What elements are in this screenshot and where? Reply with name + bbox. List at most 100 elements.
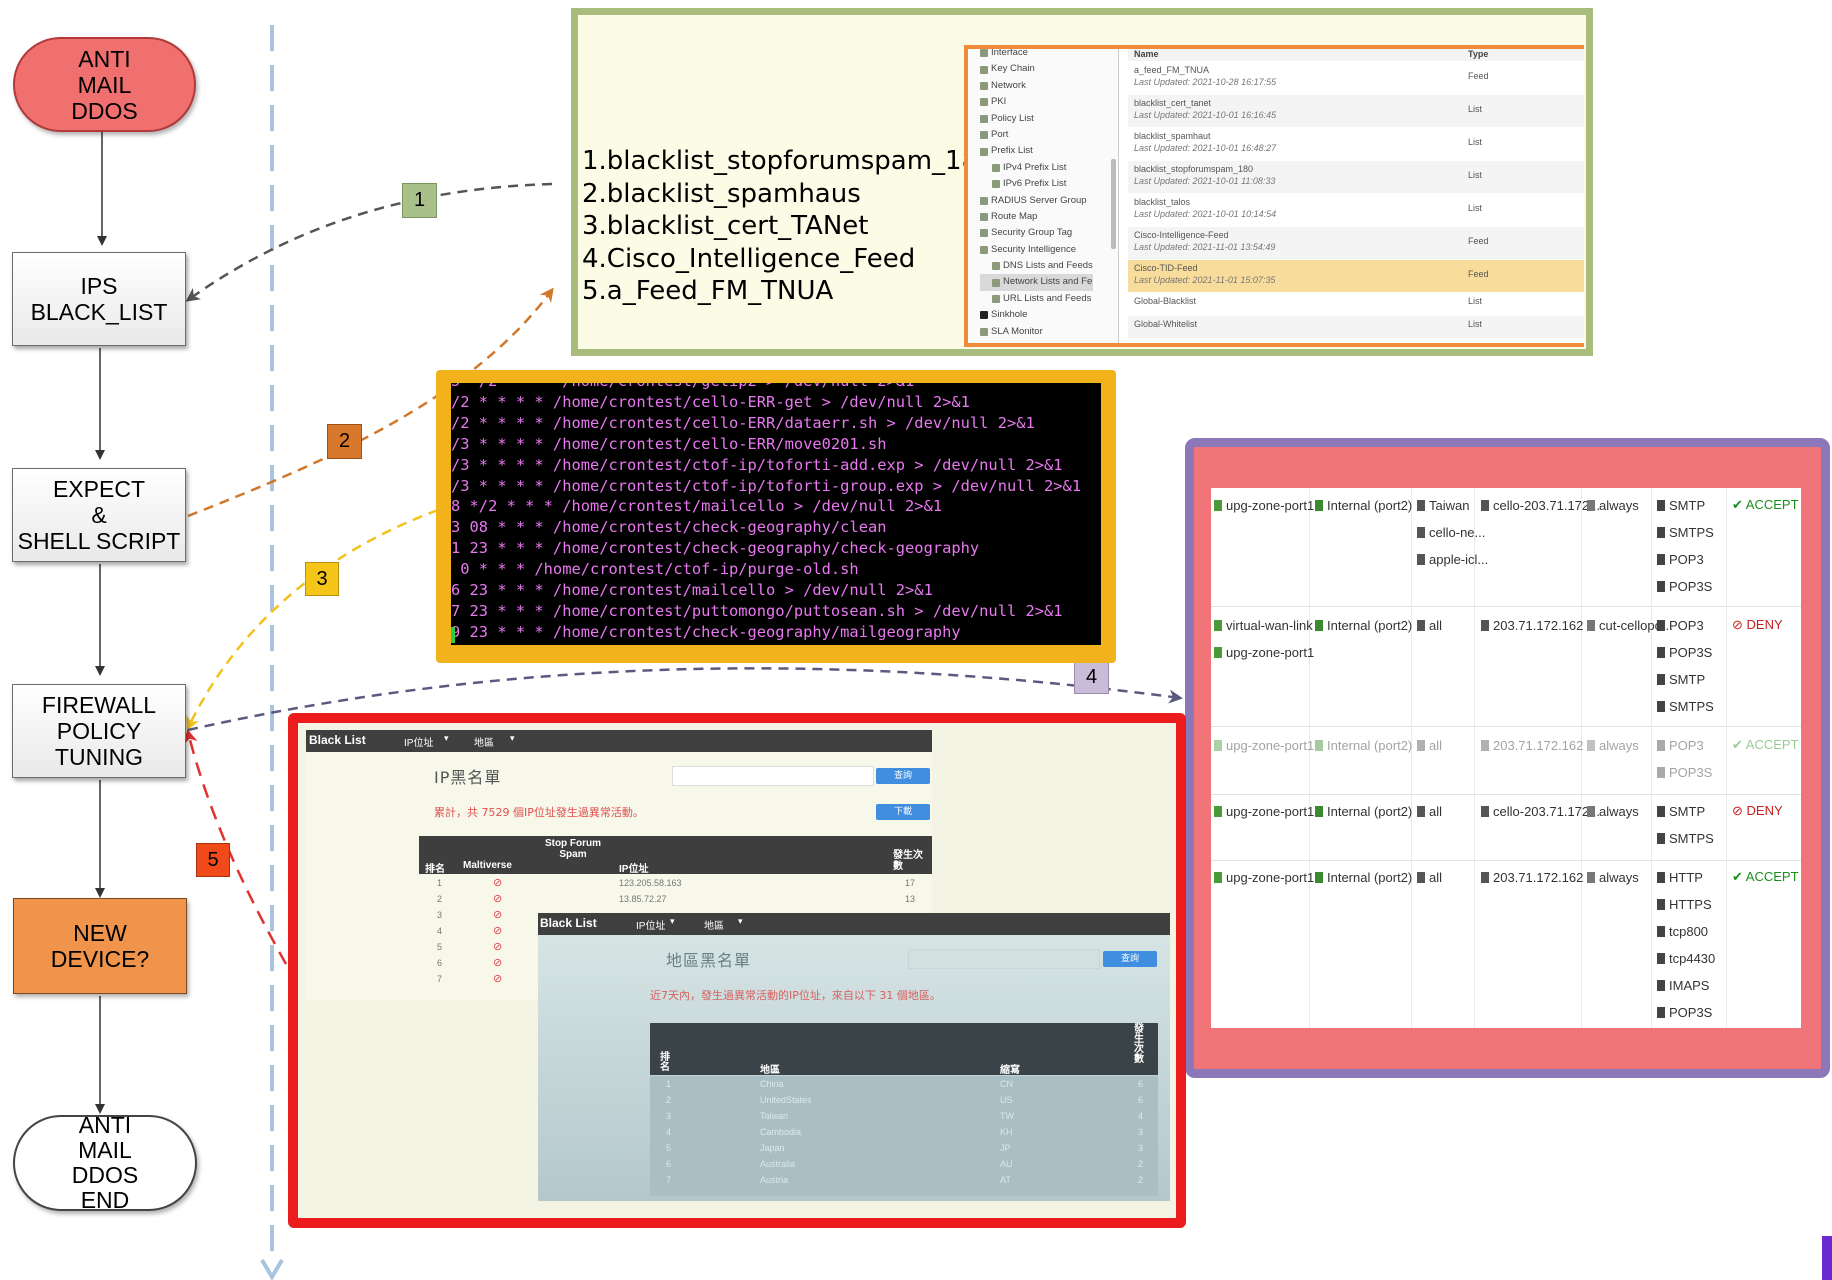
feed-table-row[interactable]: Cisco-Intelligence-Feed Last Updated: 202… xyxy=(1128,227,1584,259)
nav-tree-item[interactable]: Security Intelligence xyxy=(980,242,1093,258)
feed-updated: Last Updated: 2021-10-01 10:14:54 xyxy=(1134,209,1277,219)
nav-tree-item[interactable]: Port xyxy=(980,127,1093,143)
nav-tree-item-selected[interactable]: Network Lists and Fe xyxy=(980,274,1093,291)
feed-table-row[interactable]: blacklist_cert_tanet Last Updated: 2021-1… xyxy=(1128,95,1584,127)
navbar-ip-menu[interactable]: IP位址 xyxy=(404,734,433,749)
policy-col-divider xyxy=(1411,488,1412,1028)
policy-service-text: POP3 xyxy=(1669,617,1704,633)
nav-tree-item[interactable]: IPv4 Prefix List xyxy=(980,160,1093,176)
svc-icon xyxy=(1657,700,1665,712)
crontab-line: 9 23 * * * /home/crontest/check-geograph… xyxy=(451,622,961,641)
feed-type: List xyxy=(1468,170,1483,180)
feed-table-row[interactable]: Global-Whitelist List xyxy=(1128,316,1584,338)
nav-tree-item[interactable]: Policy List xyxy=(980,111,1093,127)
nav-tree-item[interactable]: Sinkhole xyxy=(980,307,1093,323)
navbar-ip-menu[interactable]: IP位址 xyxy=(636,917,665,932)
policy-destination-address: 203.71.172.162 xyxy=(1481,868,1583,886)
feed-type: List xyxy=(1468,319,1483,329)
navbar-title[interactable]: Black List xyxy=(540,916,597,930)
row-count: 3 xyxy=(1138,1127,1144,1137)
nav-scrollbar[interactable] xyxy=(1111,159,1116,249)
policy-action[interactable]: ✔ ACCEPT xyxy=(1732,496,1799,514)
feed-table-row[interactable]: a_feed_FM_TNUA Last Updated: 2021-10-28 1… xyxy=(1128,62,1584,94)
svc-icon xyxy=(1657,553,1665,565)
blocked-icon: ⊘ xyxy=(493,941,503,953)
policy-destination-interface: Internal (port2) xyxy=(1315,616,1412,634)
column-header-name[interactable]: Name xyxy=(1134,49,1159,59)
nav-tree-item[interactable]: Network xyxy=(980,78,1093,94)
policy-destination-address-text: cello-203.71.172... xyxy=(1493,803,1600,819)
query-button[interactable]: 查詢 xyxy=(1103,951,1157,967)
geo-search-input[interactable] xyxy=(908,949,1100,969)
nav-tree-item[interactable]: Prefix List xyxy=(980,143,1093,159)
ip-table-header: 排名 Maltiverse Stop Forum Spam IP位址 發生次數 xyxy=(419,836,932,875)
geo-page-navbar: Black List IP位址 ▾ 地區 ▾ xyxy=(538,913,1170,935)
nav-tree-item[interactable]: Security Group Tag xyxy=(980,225,1093,241)
policy-service: tcp4430 xyxy=(1657,949,1715,967)
nav-tree-item[interactable]: Key Chain xyxy=(980,61,1093,77)
row-rank: 4 xyxy=(666,1127,672,1137)
nav-tree-item[interactable]: RADIUS Server Group xyxy=(980,193,1093,209)
svc-icon xyxy=(1657,979,1665,991)
policy-action[interactable]: ✔ ACCEPT xyxy=(1732,868,1799,886)
policy-col-divider xyxy=(1726,488,1727,1028)
policy-source-interface: upg-zone-port1 xyxy=(1214,736,1314,754)
table-row: 1 ⊘ 123.205.58.163 17 xyxy=(419,876,932,892)
zone-icon xyxy=(1214,646,1222,658)
tag-icon xyxy=(980,229,988,238)
policy-source-address-text: all xyxy=(1429,869,1443,885)
feed-table-row-selected[interactable]: Cisco-TID-Feed Last Updated: 2021-11-01 1… xyxy=(1128,260,1584,292)
row-rank: 5 xyxy=(437,942,443,952)
row-count: 2 xyxy=(1138,1175,1144,1185)
policy-action-text: ✔ ACCEPT xyxy=(1732,497,1799,512)
blacklist-feed-item: 5.a_Feed_FM_TNUA xyxy=(582,276,834,306)
crontab-line: 3 08 * * * /home/crontest/check-geograph… xyxy=(451,518,887,537)
col-maltiverse: Maltiverse xyxy=(463,860,512,871)
row-rank: 4 xyxy=(437,926,443,936)
policy-service: IMAPS xyxy=(1657,976,1709,994)
navbar-geo-menu[interactable]: 地區 xyxy=(474,734,494,749)
row-region: Japan xyxy=(760,1143,785,1153)
policy-row-divider xyxy=(1211,606,1801,607)
policy-source-address-text: cello-ne... xyxy=(1429,524,1486,540)
col-count: 發生次數 xyxy=(893,850,923,872)
svc-icon xyxy=(1657,832,1665,844)
svc-icon xyxy=(1657,673,1665,685)
row-rank: 7 xyxy=(437,974,443,984)
feed-table-row[interactable]: Global-Blacklist List xyxy=(1128,293,1584,315)
policy-action[interactable]: ✔ ACCEPT xyxy=(1732,736,1799,754)
nav-tree-item[interactable]: PKI xyxy=(980,94,1093,110)
policy-service-text: POP3S xyxy=(1669,578,1713,594)
policy-action[interactable]: ⊘ DENY xyxy=(1732,802,1783,820)
policy-service-text: IMAPS xyxy=(1669,977,1710,993)
navbar-title[interactable]: Black List xyxy=(309,733,366,747)
policy-destination-interface-text: Internal (port2) xyxy=(1327,497,1413,513)
feed-table-row[interactable]: blacklist_talos Last Updated: 2021-10-01 … xyxy=(1128,194,1584,226)
nav-tree-item[interactable]: IPv6 Prefix List xyxy=(980,176,1093,192)
nav-tree-item[interactable]: Interface xyxy=(980,49,1093,61)
blocked-icon: ⊘ xyxy=(493,893,503,905)
feed-name: blacklist_stopforumspam_180 xyxy=(1134,164,1254,174)
policy-destination-interface: Internal (port2) xyxy=(1315,802,1412,820)
row-code: AU xyxy=(1000,1159,1013,1169)
chevron-down-icon: ▾ xyxy=(738,916,743,926)
row-code: CN xyxy=(1000,1079,1013,1089)
row-count: 6 xyxy=(1138,1079,1144,1089)
navbar-geo-menu[interactable]: 地區 xyxy=(704,917,724,932)
nav-tree-item[interactable]: SLA Monitor xyxy=(980,324,1093,340)
column-header-type[interactable]: Type xyxy=(1468,49,1488,59)
nav-tree-item[interactable]: URL Lists and Feeds xyxy=(980,291,1093,307)
adr-icon xyxy=(1417,805,1425,817)
nav-tree-item[interactable]: Route Map xyxy=(980,209,1093,225)
feed-table-row[interactable]: blacklist_stopforumspam_180 Last Updated:… xyxy=(1128,161,1584,193)
policy-source-interface-text: upg-zone-port1 xyxy=(1226,803,1315,819)
download-button[interactable]: 下載 xyxy=(876,804,930,820)
ip-search-input[interactable] xyxy=(672,766,874,786)
feed-name: Global-Blacklist xyxy=(1134,296,1197,306)
query-button[interactable]: 查詢 xyxy=(876,768,930,784)
feed-table-row[interactable]: blacklist_spamhaut Last Updated: 2021-10-… xyxy=(1128,128,1584,160)
policy-action[interactable]: ⊘ DENY xyxy=(1732,616,1783,634)
nav-tree-item[interactable]: DNS Lists and Feeds xyxy=(980,258,1093,274)
flow-node-start: ANTI MAIL DDOS xyxy=(13,37,196,132)
adr-icon xyxy=(1417,871,1425,883)
